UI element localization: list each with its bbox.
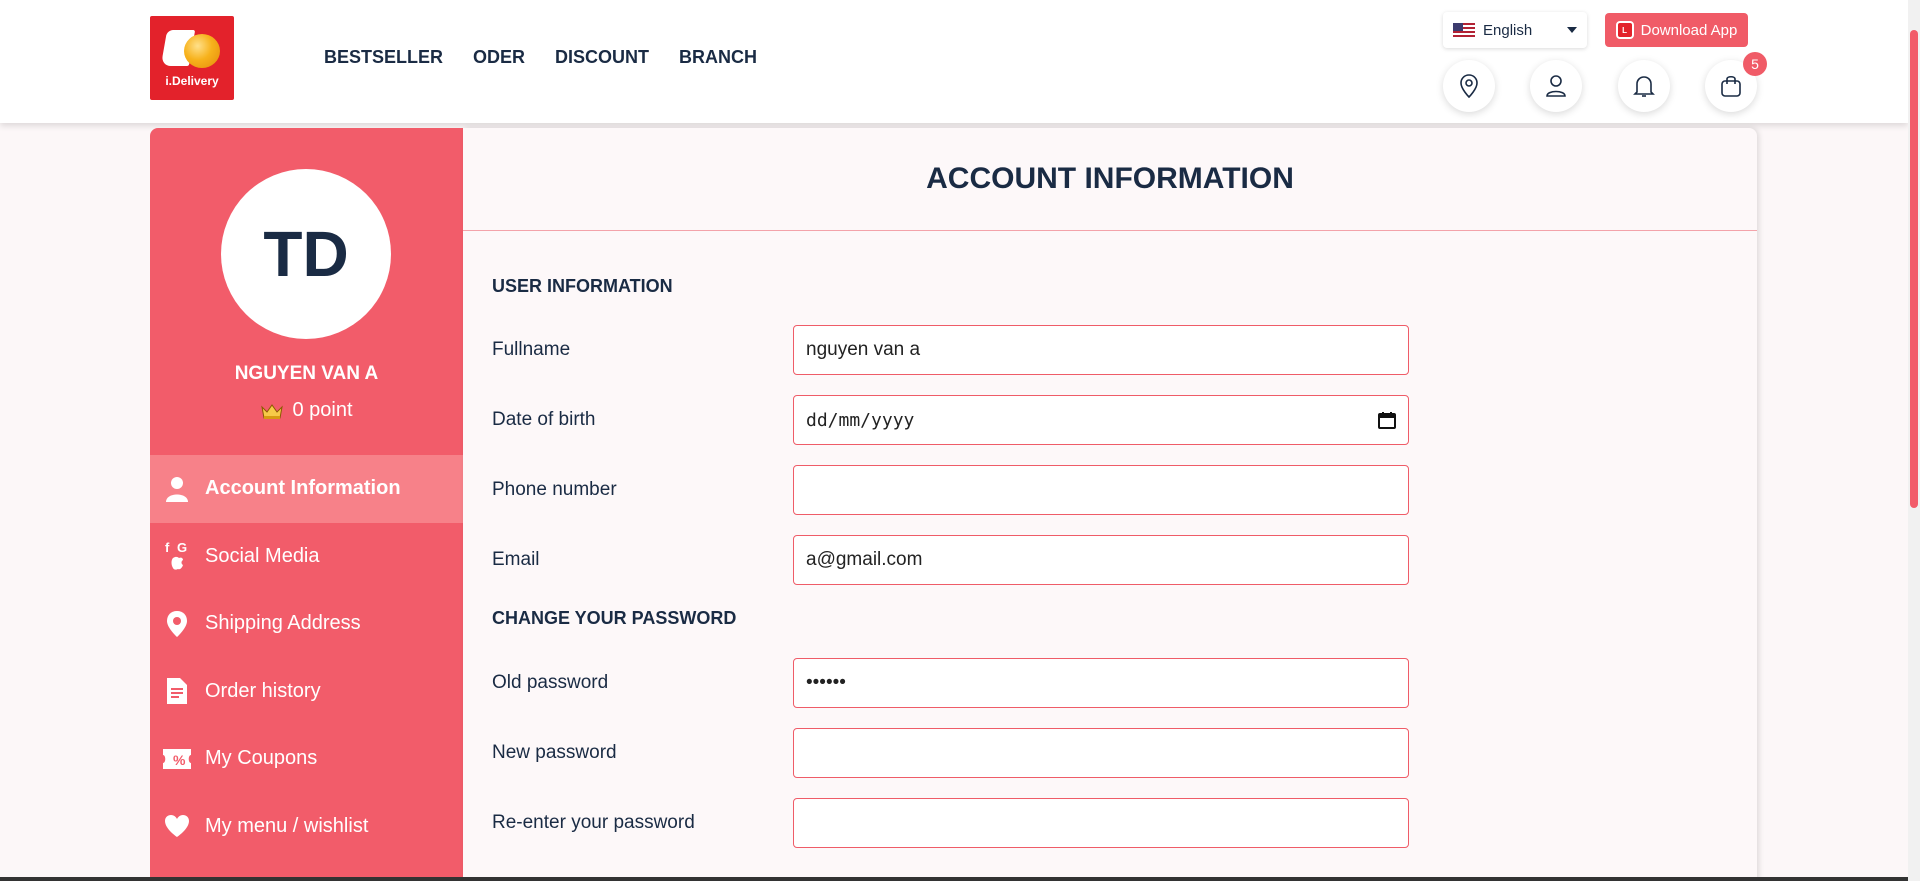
main-nav: BESTSELLER ODER DISCOUNT BRANCH [324,47,757,68]
calendar-icon[interactable] [1378,411,1396,429]
title-divider [463,230,1757,231]
sidebar-item-wishlist[interactable]: My menu / wishlist [150,793,463,861]
sidebar-item-account-information[interactable]: Account Information [150,455,463,523]
old-password-label: Old password [492,672,609,693]
old-password-value: •••••• [806,672,846,693]
user-points: 0 point [150,399,463,422]
fullname-field[interactable]: nguyen van a [793,325,1409,375]
sidebar-item-label: My menu / wishlist [205,814,369,837]
cart-button[interactable]: 5 [1705,52,1767,112]
document-icon [162,676,192,706]
logo-brand-text: i.Delivery [165,74,219,88]
new-password-label: New password [492,742,617,763]
sidebar-item-social-media[interactable]: fG Social Media [150,523,463,591]
email-label: Email [492,549,540,570]
phone-label: Phone number [492,479,617,500]
page-title: ACCOUNT INFORMATION [926,162,1294,195]
app-icon: L [1615,21,1634,39]
language-select[interactable]: English [1443,12,1587,48]
sidebar-menu: Account Information fG Social Media Ship… [150,455,463,860]
change-password-heading: CHANGE YOUR PASSWORD [492,608,737,628]
scrollbar-thumb[interactable] [1910,30,1918,508]
bell-icon [1633,76,1655,97]
brand-logo[interactable]: i.Delivery [150,16,234,100]
svg-text:%: % [173,752,186,768]
location-pin-icon [1460,74,1478,99]
cart-count-badge: 5 [1743,52,1767,76]
page-scrollbar[interactable] [1908,0,1920,881]
user-name: NGUYEN VAN A [234,363,379,384]
heart-icon [162,811,192,841]
language-label: English [1483,21,1533,39]
account-sidebar: TD NGUYEN VAN A 0 point Account Informat… [150,128,463,881]
nav-discount[interactable]: DISCOUNT [555,47,649,68]
svg-text:G: G [177,540,187,555]
phone-number-field[interactable] [793,465,1409,515]
new-password-field[interactable] [793,728,1409,778]
nav-branch[interactable]: BRANCH [679,47,757,68]
email-value: a@gmail.com [806,549,923,570]
sidebar-item-label: Account Information [205,477,401,500]
account-button[interactable] [1530,60,1582,112]
sidebar-item-label: Order history [205,679,321,702]
old-password-field[interactable]: •••••• [793,658,1409,708]
download-app-button[interactable]: L Download App [1605,13,1748,47]
logo-ball [184,34,220,68]
sidebar-item-shipping-address[interactable]: Shipping Address [150,590,463,658]
reenter-password-label: Re-enter your password [492,812,695,833]
fullname-value: nguyen van a [806,339,921,360]
email-field[interactable]: a@gmail.com [793,535,1409,585]
sidebar-item-label: Shipping Address [205,612,361,635]
sidebar-item-label: My Coupons [205,747,318,770]
shopping-bag-icon [1721,75,1741,97]
location-button[interactable] [1443,60,1495,112]
reenter-password-field[interactable] [793,798,1409,848]
sidebar-item-label: Social Media [205,544,320,567]
nav-oder[interactable]: ODER [473,47,525,68]
points-label: 0 point [292,399,353,421]
sidebar-item-my-coupons[interactable]: % My Coupons [150,725,463,793]
location-pin-icon [162,609,192,639]
avatar: TD [221,169,391,339]
fullname-label: Fullname [492,339,571,360]
site-header: i.Delivery BESTSELLER ODER DISCOUNT BRAN… [0,0,1908,123]
nav-bestseller[interactable]: BESTSELLER [324,47,443,68]
us-flag-icon [1453,22,1475,38]
crown-icon [261,403,284,419]
social-icon: fG [162,540,192,571]
sidebar-item-order-history[interactable]: Order history [150,658,463,726]
notifications-button[interactable] [1618,60,1670,112]
account-information-panel: ACCOUNT INFORMATION USER INFORMATION Ful… [463,128,1757,881]
date-of-birth-field[interactable]: dd/mm/yyyy [793,395,1409,445]
user-icon [162,474,192,504]
chevron-down-icon [1567,27,1577,33]
coupon-icon: % [162,744,192,774]
user-information-heading: USER INFORMATION [492,276,673,296]
bottom-edge-strip [0,877,1908,881]
download-app-label: Download App [1640,21,1738,39]
svg-text:f: f [165,540,170,555]
user-icon [1546,75,1566,97]
dob-label: Date of birth [492,409,596,430]
dob-value: dd/mm/yyyy [806,409,915,431]
